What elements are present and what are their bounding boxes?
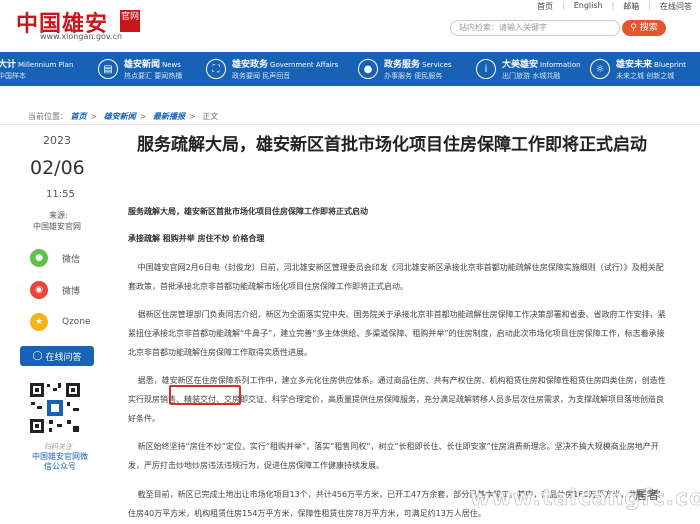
share-wechat[interactable]: ● 微信 bbox=[30, 248, 110, 268]
top-links: 首页 | English | 邮箱 | 在线问答 bbox=[537, 1, 692, 12]
search-button-label: 搜索 bbox=[639, 23, 658, 33]
chat-icon: ◯ bbox=[32, 351, 43, 361]
search-input[interactable]: 站内检索：请输入关键字 bbox=[450, 20, 620, 36]
wechat-icon: ● bbox=[30, 249, 48, 267]
article-subhead: 承接疏解 租购并举 房住不炒 价格合理 bbox=[128, 234, 265, 243]
logo-seal: 官网 bbox=[120, 10, 140, 32]
article-paragraph: 新区始终坚持“房住不炒”定位，实行“租购并举”，落实“租售同权”，树立“长租即长… bbox=[128, 442, 659, 470]
top-link-english[interactable]: English bbox=[574, 1, 603, 12]
logo-url: www.xiongan.gov.cn bbox=[40, 32, 123, 41]
breadcrumb-news[interactable]: 雄安新闻 bbox=[104, 112, 136, 121]
nav-item-gov[interactable]: ⛶ 雄安政务 Government Affairs 政务要闻 民声回音 bbox=[198, 52, 348, 86]
person-icon: ● bbox=[358, 59, 378, 79]
nav-item-beauty[interactable]: i 大美雄安 Information 出门旅游 水城共融 bbox=[466, 52, 582, 86]
qr-caption-account: 中国雄安官网微信公众号 bbox=[32, 452, 88, 471]
nav-item-future[interactable]: ☼ 雄安未来 Blueprint 未来之城 创新之城 bbox=[582, 52, 700, 86]
breadcrumb: 当前位置： 首页 > 雄安新闻 > 最新播报 > 正文 bbox=[28, 112, 219, 121]
nav-item-services[interactable]: ● 政务服务 Services 办事服务 便民服务 bbox=[348, 52, 466, 86]
nav-item-plan[interactable]: 大计 Millennium Plan 中国样本 bbox=[0, 52, 90, 86]
source-label: 来源: bbox=[49, 211, 68, 220]
share-qzone[interactable]: ★ Qzone bbox=[30, 312, 110, 332]
article-lead: 服务疏解大局，雄安新区首批市场化项目住房保障工作即将正式启动 bbox=[128, 207, 368, 216]
top-link-mail[interactable]: 邮箱 bbox=[623, 1, 639, 12]
watermark: www.taicangfc.com bbox=[470, 486, 700, 512]
article-year: 2023 bbox=[43, 134, 71, 147]
search-button[interactable]: ⚲ 搜索 bbox=[622, 20, 666, 36]
article-title: 服务疏解大局，雄安新区首批市场化项目住房保障工作即将正式启动 bbox=[137, 135, 647, 155]
top-link-qa[interactable]: 在线问答 bbox=[660, 1, 692, 12]
watermark-brand: 居者 bbox=[635, 488, 660, 502]
online-qa-button[interactable]: ◯ 在线问答 bbox=[20, 346, 94, 366]
info-icon: i bbox=[476, 59, 496, 79]
qr-caption: 扫码关注 bbox=[44, 443, 72, 451]
breadcrumb-current: 正文 bbox=[202, 112, 219, 121]
highlight-box bbox=[169, 385, 241, 405]
building-icon: ⛶ bbox=[206, 59, 226, 79]
qr-code bbox=[27, 380, 83, 436]
source-value: 中国雄安官网 bbox=[33, 222, 81, 231]
nav-item-news[interactable]: ▤ 雄安新闻 News 热点要汇 要闻热播 bbox=[90, 52, 198, 86]
weibo-icon: ◉ bbox=[30, 281, 48, 299]
article-date: 02/06 bbox=[30, 157, 85, 179]
top-link-home[interactable]: 首页 bbox=[537, 1, 553, 12]
bulb-icon: ☼ bbox=[590, 59, 610, 79]
breadcrumb-latest[interactable]: 最新播报 bbox=[153, 112, 185, 121]
article-paragraph: 中国雄安官网2月6日电（封俊龙）日前，河北雄安新区管理委员会印发《河北雄安新区承… bbox=[128, 263, 664, 291]
main-nav: 大计 Millennium Plan 中国样本 ▤ 雄安新闻 News 热点要汇 要… bbox=[0, 52, 700, 86]
news-icon: ▤ bbox=[98, 59, 118, 79]
breadcrumb-home[interactable]: 首页 bbox=[71, 112, 87, 121]
share-weibo[interactable]: ◉ 微博 bbox=[30, 280, 110, 300]
qzone-icon: ★ bbox=[30, 313, 48, 331]
article-time: 11:55 bbox=[46, 189, 75, 200]
search-icon: ⚲ bbox=[630, 23, 637, 33]
divider bbox=[0, 124, 700, 125]
article-paragraph: 据新区住房管理部门负责同志介绍，新区为全面落实党中央、国务院关于承接北京非首都功… bbox=[128, 310, 666, 357]
